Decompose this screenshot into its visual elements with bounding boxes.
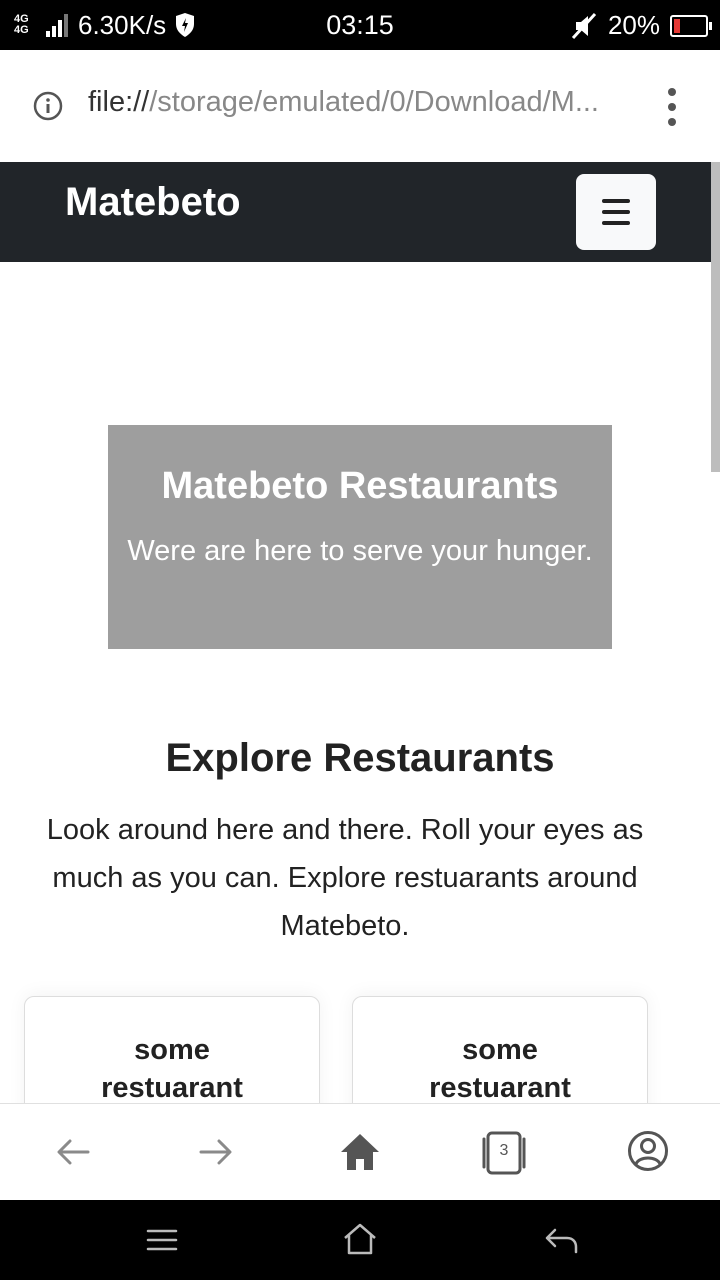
home-outline-icon[interactable] <box>342 1222 378 1256</box>
navbar-toggle-button[interactable] <box>576 174 656 250</box>
url-text[interactable]: file:///storage/emulated/0/Download/M... <box>88 86 634 130</box>
hamburger-icon <box>602 210 630 214</box>
battery-percent: 20% <box>607 10 660 40</box>
status-bar: 4G 4G 6.30K/s 03:15 20% <box>0 0 720 50</box>
more-menu-icon[interactable] <box>664 88 680 126</box>
hero-subtitle: Were are here to serve your hunger. <box>127 535 593 567</box>
scrollbar[interactable] <box>711 162 720 472</box>
hero-title: Matebeto Restaurants <box>161 465 559 507</box>
battery-level <box>674 18 680 33</box>
url-path: /storage/emulated/0/Download/M... <box>149 86 599 118</box>
explore-description: Look around here and there. Roll your ey… <box>46 814 644 942</box>
profile-icon[interactable] <box>627 1130 669 1172</box>
site-brand[interactable]: Matebeto <box>65 180 241 225</box>
explore-heading: Explore Restaurants <box>165 736 555 780</box>
back-arrow-icon[interactable] <box>54 1130 92 1174</box>
status-right: 20% <box>570 10 712 41</box>
tabs-icon[interactable]: 3 <box>480 1131 528 1175</box>
restaurant-card-title: some restuarant <box>101 1034 243 1104</box>
menu-icon[interactable] <box>145 1226 179 1254</box>
home-icon[interactable] <box>339 1132 381 1172</box>
restaurant-card-title: some restuarant <box>429 1034 571 1104</box>
hamburger-icon <box>602 199 630 203</box>
battery-icon <box>670 14 712 37</box>
tab-count: 3 <box>499 1142 509 1159</box>
url-scheme: file:// <box>88 86 150 118</box>
hamburger-icon <box>602 221 630 225</box>
forward-arrow-icon[interactable] <box>197 1130 235 1174</box>
hero-banner: Matebeto Restaurants Were are here to se… <box>108 425 612 649</box>
mute-icon <box>571 12 597 39</box>
back-icon[interactable] <box>543 1226 579 1256</box>
info-icon[interactable] <box>33 91 63 121</box>
